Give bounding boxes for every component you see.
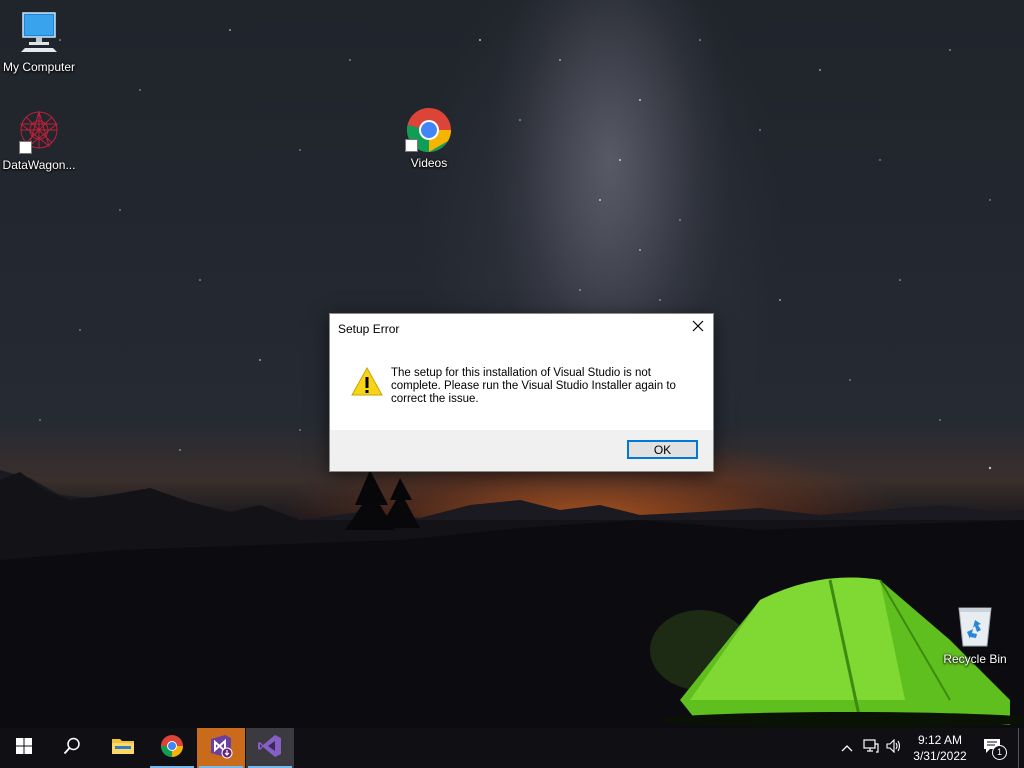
folder-icon [111, 736, 135, 761]
start-button[interactable] [0, 728, 48, 768]
shortcut-arrow-icon [405, 139, 418, 152]
speaker-icon [886, 738, 902, 758]
desktop-icon-videos[interactable]: Videos [387, 106, 471, 170]
desktop-icon-label: DataWagon... [2, 158, 76, 172]
notification-count-badge: 1 [992, 745, 1007, 760]
warning-icon [350, 366, 384, 398]
dialog-message: The setup for this installation of Visua… [391, 367, 676, 405]
network-icon [863, 738, 879, 758]
clock[interactable]: 9:12 AM 3/31/2022 [905, 732, 975, 764]
windows-start-icon [16, 737, 32, 759]
taskbar-chrome[interactable] [148, 728, 196, 768]
volume-button[interactable] [884, 728, 904, 768]
datawagon-shortcut-icon [15, 108, 63, 156]
dialog-footer: OK [330, 430, 713, 471]
desktop-icon-label: Videos [410, 156, 448, 170]
show-desktop-button[interactable] [1018, 728, 1024, 768]
taskbar-visual-studio[interactable] [246, 728, 294, 768]
desktop-icon-my-computer[interactable]: My Computer [0, 10, 81, 74]
clock-date: 3/31/2022 [913, 749, 967, 763]
action-center-button[interactable]: 1 [980, 728, 1008, 768]
dialog-title: Setup Error [338, 322, 400, 336]
taskbar-vs-installer[interactable] [197, 728, 245, 768]
search-button[interactable] [48, 728, 96, 768]
chevron-up-icon [841, 739, 853, 757]
desktop-icon-label: Recycle Bin [943, 652, 1007, 666]
tray-overflow-button[interactable] [838, 728, 856, 768]
setup-error-dialog: Setup Error The setup for this installat… [329, 313, 714, 472]
search-icon [63, 737, 81, 760]
network-button[interactable] [861, 728, 881, 768]
desktop-icon-label: My Computer [2, 60, 76, 74]
taskbar-file-explorer[interactable] [99, 728, 147, 768]
desktop-icon-datawagon[interactable]: DataWagon... [0, 108, 81, 172]
clock-time: 9:12 AM [917, 733, 963, 747]
close-icon [692, 319, 704, 337]
chrome-icon [160, 734, 184, 763]
dialog-body: The setup for this installation of Visua… [330, 344, 713, 429]
desktop-icon-recycle-bin[interactable]: Recycle Bin [933, 602, 1017, 666]
notification-icon: 1 [983, 738, 1007, 760]
ok-button[interactable]: OK [627, 440, 698, 459]
chrome-shortcut-icon [405, 106, 453, 154]
taskbar: 9:12 AM 3/31/2022 1 [0, 728, 1024, 768]
close-button[interactable] [683, 314, 713, 342]
shortcut-arrow-icon [19, 141, 32, 154]
recycle-bin-icon [951, 602, 999, 650]
computer-icon [15, 10, 63, 58]
visual-studio-icon [257, 733, 283, 764]
vs-installer-icon [208, 733, 234, 764]
